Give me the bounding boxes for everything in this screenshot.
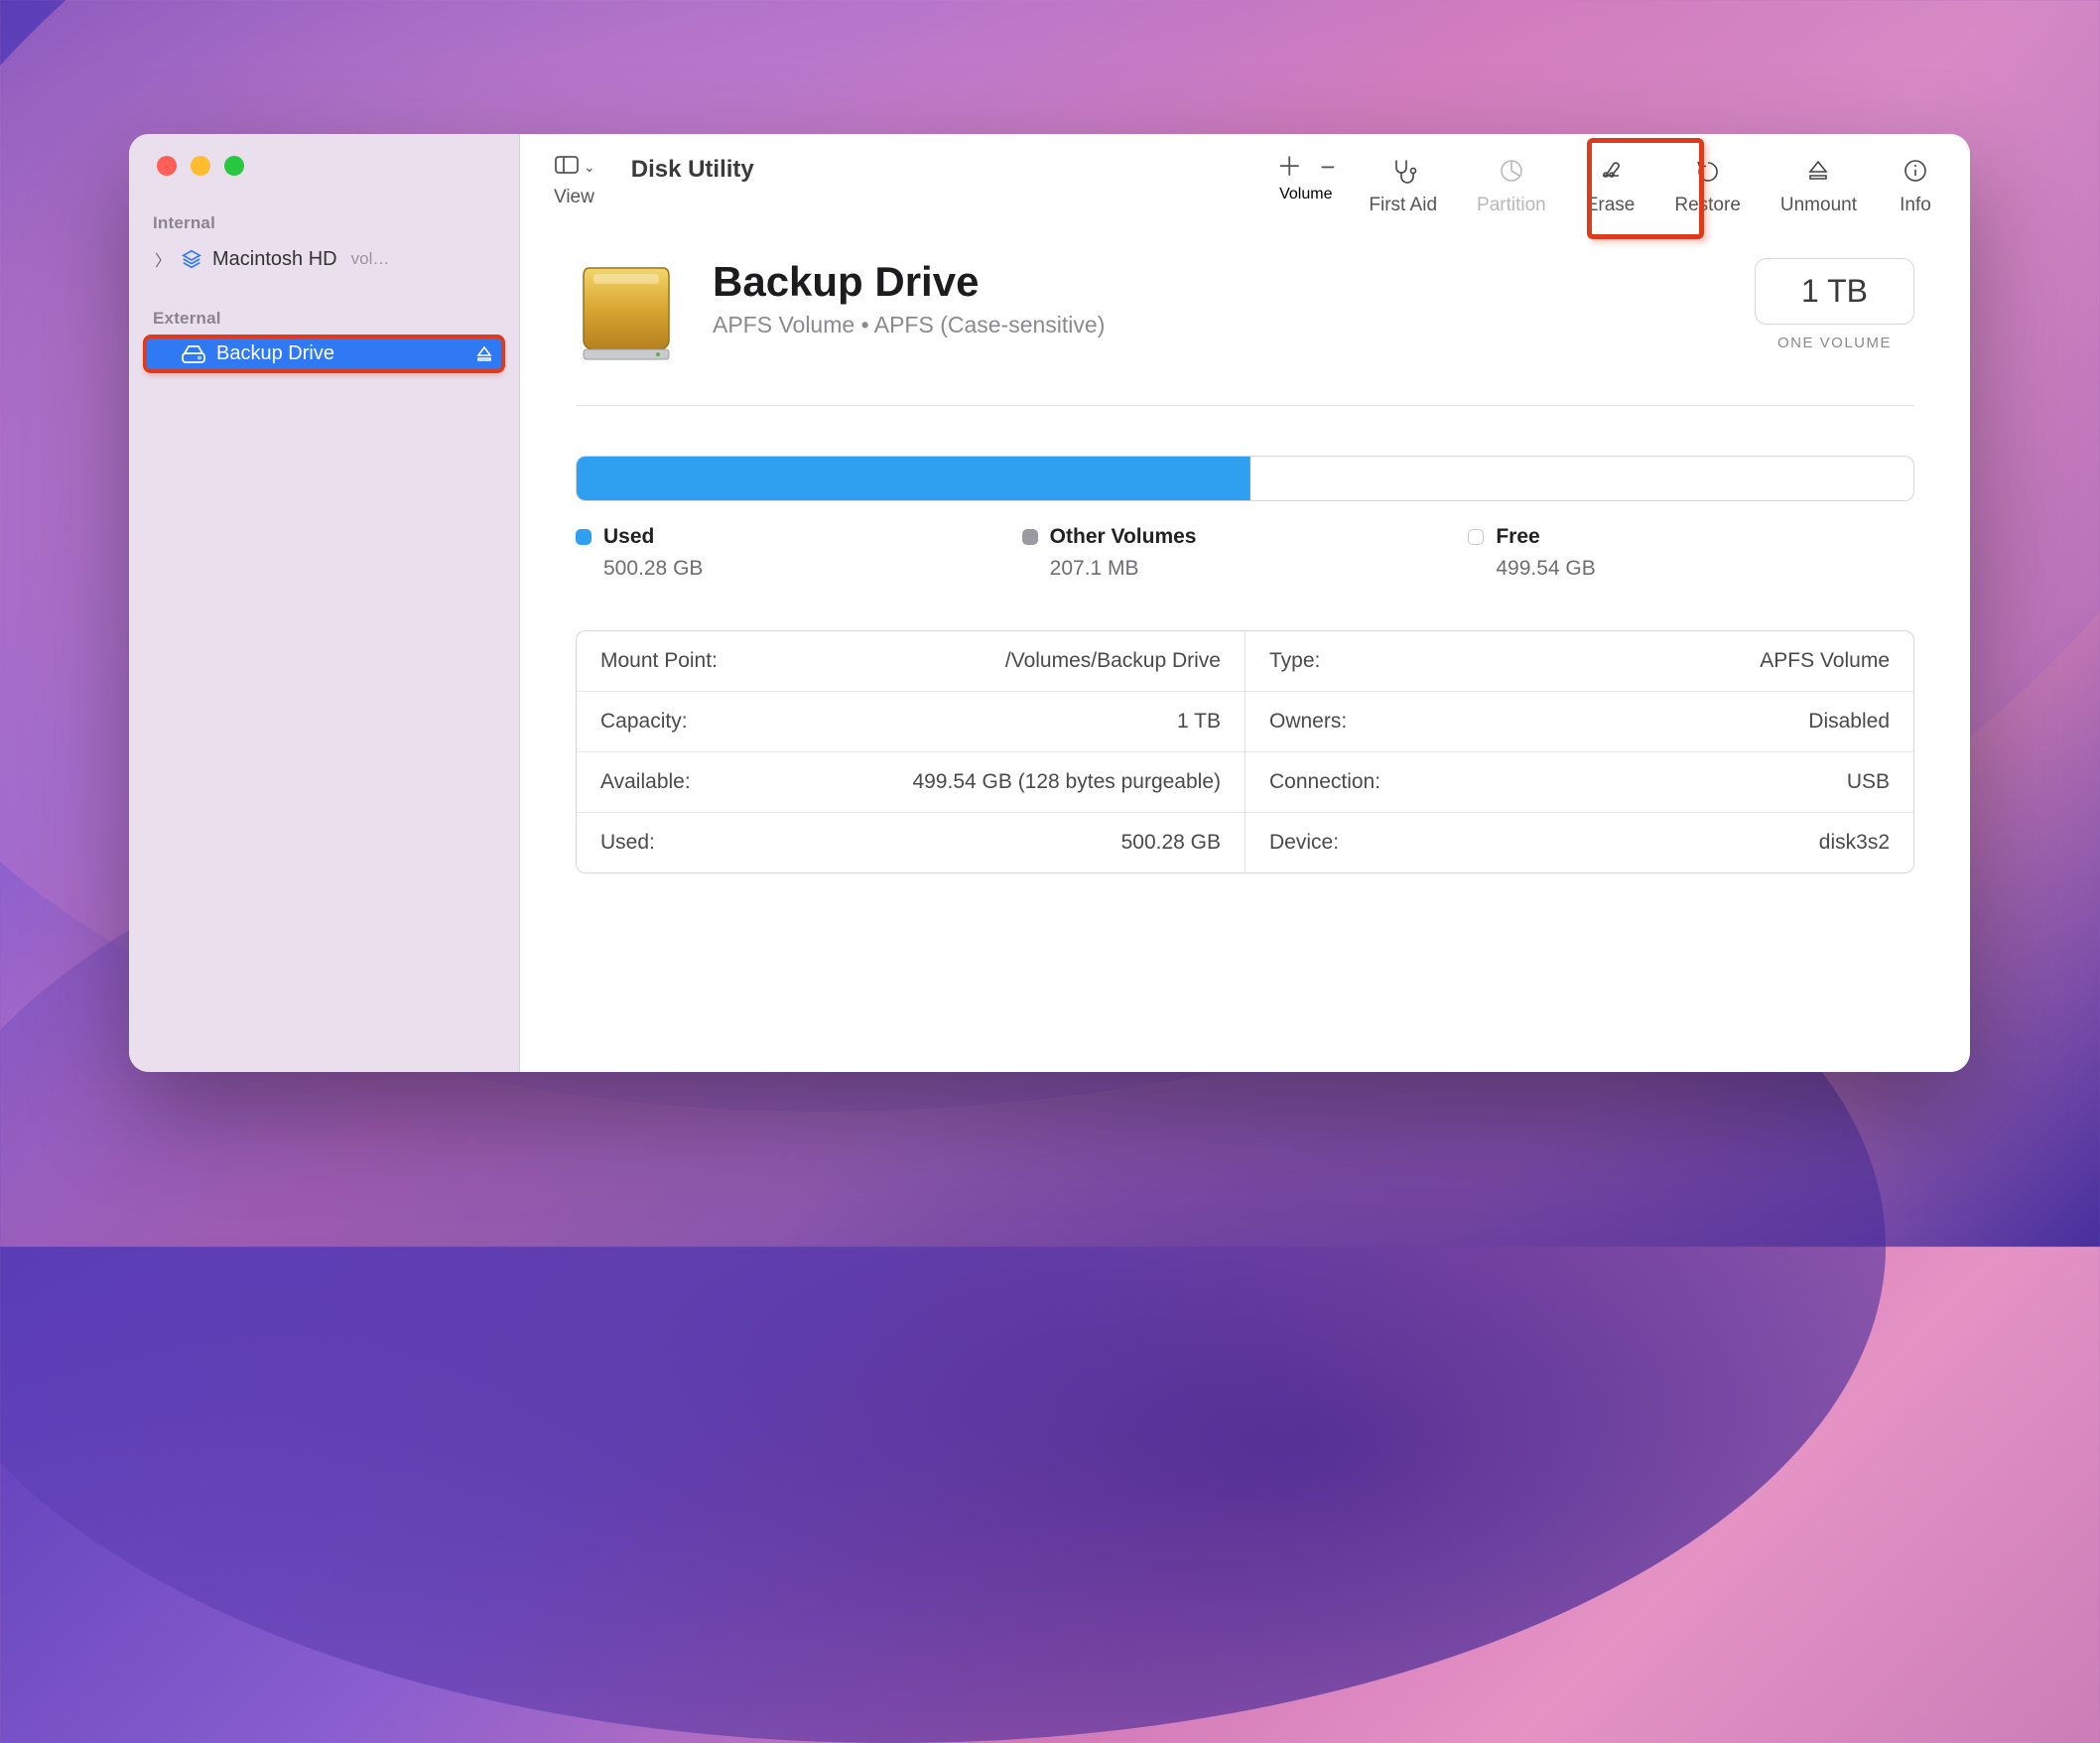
info-icon	[1902, 158, 1929, 189]
info-row-device: Device:disk3s2	[1246, 812, 1913, 872]
external-drive-icon	[181, 343, 206, 365]
sidebar-item-suffix: vol…	[351, 249, 390, 269]
remove-volume-button[interactable]: −	[1320, 156, 1335, 178]
swatch-other-icon	[1022, 529, 1038, 545]
window-controls	[129, 156, 519, 176]
usage-segment-used	[577, 457, 1249, 500]
sidebar: Internal 〉 Macintosh HD vol… External Ba…	[129, 134, 520, 1072]
info-row-type: Type:APFS Volume	[1246, 631, 1913, 691]
sidebar-item-macintosh-hd[interactable]: 〉 Macintosh HD vol…	[145, 241, 503, 277]
info-row-used: Used:500.28 GB	[577, 812, 1245, 872]
partition-button: Partition	[1471, 154, 1552, 220]
swatch-used-icon	[576, 529, 591, 545]
sidebar-item-backup-drive[interactable]: Backup Drive	[145, 336, 503, 371]
external-drive-art-icon	[576, 258, 677, 365]
window-title: Disk Utility	[631, 156, 754, 184]
first-aid-button[interactable]: First Aid	[1363, 154, 1443, 220]
minimize-window-button[interactable]	[191, 156, 210, 176]
legend-free: Free 499.54 GB	[1468, 525, 1914, 581]
info-row-owners: Owners:Disabled	[1246, 691, 1913, 751]
sidebar-section-internal: Internal	[129, 213, 519, 233]
pie-icon	[1498, 158, 1525, 189]
disk-utility-window: Internal 〉 Macintosh HD vol… External Ba…	[129, 134, 1970, 1072]
main-panel: ⌄ View Disk Utility ＋ − Volume First Aid	[520, 134, 1970, 1072]
info-row-mount-point: Mount Point:/Volumes/Backup Drive	[577, 631, 1245, 691]
usage-bar	[576, 456, 1914, 501]
info-row-available: Available:499.54 GB (128 bytes purgeable…	[577, 751, 1245, 812]
swatch-free-icon	[1468, 529, 1484, 545]
volume-add-remove: ＋ − Volume	[1276, 154, 1335, 220]
sidebar-item-label: Backup Drive	[216, 342, 334, 365]
legend-other: Other Volumes 207.1 MB	[1022, 525, 1469, 581]
toolbar: ⌄ View Disk Utility ＋ − Volume First Aid	[520, 134, 1970, 234]
volume-subtitle: APFS Volume • APFS (Case-sensitive)	[713, 312, 1105, 338]
sidebar-toggle-icon	[554, 154, 580, 181]
view-menu-button[interactable]: ⌄ View	[554, 154, 595, 208]
view-label: View	[554, 187, 594, 208]
volume-label: Volume	[1279, 186, 1332, 203]
sidebar-section-external: External	[129, 309, 519, 329]
capacity-sublabel: ONE VOLUME	[1755, 335, 1914, 351]
close-window-button[interactable]	[157, 156, 177, 176]
legend-used: Used 500.28 GB	[576, 525, 1022, 581]
info-button[interactable]: Info	[1891, 154, 1940, 220]
disclosure-triangle-icon[interactable]: 〉	[155, 247, 171, 271]
add-volume-button[interactable]: ＋	[1276, 156, 1302, 178]
zoom-window-button[interactable]	[224, 156, 244, 176]
info-row-connection: Connection:USB	[1246, 751, 1913, 812]
sidebar-item-label: Macintosh HD	[212, 248, 337, 271]
eject-button[interactable]	[465, 345, 493, 363]
volume-stack-icon	[181, 248, 202, 270]
capacity-badge: 1 TB	[1755, 258, 1914, 325]
chevron-down-icon: ⌄	[584, 159, 595, 176]
info-row-capacity: Capacity:1 TB	[577, 691, 1245, 751]
unmount-button[interactable]: Unmount	[1774, 154, 1863, 220]
stethoscope-icon	[1389, 158, 1417, 189]
divider	[576, 405, 1914, 406]
volume-name: Backup Drive	[713, 258, 1105, 306]
info-table: Mount Point:/Volumes/Backup Drive Capaci…	[576, 630, 1914, 873]
annotation-highlight-restore	[1587, 138, 1704, 239]
usage-segment-other	[1249, 457, 1250, 500]
eject-icon	[1804, 158, 1832, 189]
